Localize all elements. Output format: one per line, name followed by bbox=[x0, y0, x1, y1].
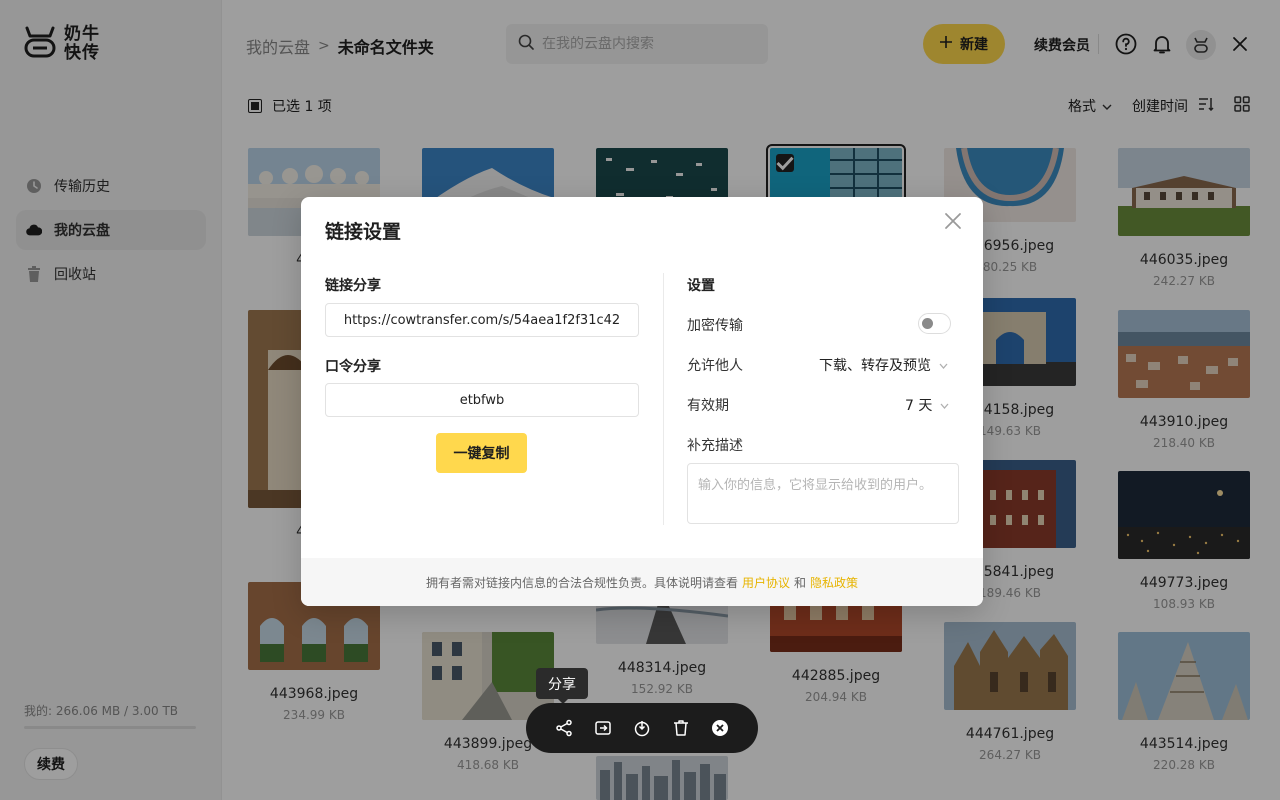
app-root: 奶牛快传 传输历史 我的云盘 回收站 我的: 266.06 MB / 3.00 … bbox=[0, 0, 1280, 800]
selection-action-bar bbox=[526, 703, 758, 753]
share-code-field[interactable]: etbfwb bbox=[325, 383, 639, 417]
description-label: 补充描述 bbox=[687, 438, 743, 454]
share-link-field[interactable]: https://cowtransfer.com/s/54aea1f2f31c42 bbox=[325, 303, 639, 337]
close-selection-icon[interactable] bbox=[708, 716, 732, 740]
move-icon[interactable] bbox=[591, 716, 615, 740]
footer-and: 和 bbox=[794, 575, 807, 590]
validity-dropdown[interactable]: 7 天 bbox=[905, 395, 949, 415]
encrypt-label: 加密传输 bbox=[687, 318, 743, 334]
user-agreement-link[interactable]: 用户协议 bbox=[742, 574, 790, 591]
link-settings-modal: 链接设置 链接分享 https://cowtransfer.com/s/54ae… bbox=[301, 197, 983, 606]
validity-label: 有效期 bbox=[687, 398, 729, 414]
description-textarea[interactable] bbox=[687, 463, 959, 524]
validity-value: 7 天 bbox=[905, 398, 933, 414]
copy-all-button[interactable]: 一键复制 bbox=[436, 433, 527, 473]
encrypt-toggle[interactable] bbox=[918, 313, 951, 334]
modal-title: 链接设置 bbox=[325, 221, 402, 243]
allow-permission-dropdown[interactable]: 下载、转存及预览 bbox=[819, 355, 948, 375]
toggle-knob bbox=[922, 318, 933, 329]
share-icon[interactable] bbox=[552, 716, 576, 740]
delete-icon[interactable] bbox=[669, 716, 693, 740]
link-share-label: 链接分享 bbox=[325, 278, 381, 294]
settings-label: 设置 bbox=[687, 278, 715, 294]
share-tooltip: 分享 bbox=[536, 668, 588, 704]
allow-value: 下载、转存及预览 bbox=[819, 358, 931, 374]
chevron-down-icon bbox=[939, 357, 948, 373]
close-icon[interactable] bbox=[943, 211, 963, 231]
code-share-label: 口令分享 bbox=[325, 359, 381, 375]
allow-label: 允许他人 bbox=[687, 358, 743, 374]
chevron-down-icon bbox=[940, 397, 949, 413]
save-icon[interactable] bbox=[630, 716, 654, 740]
modal-footer: 拥有者需对链接内信息的合法合规性负责。具体说明请查看 用户协议 和 隐私政策 bbox=[301, 558, 983, 606]
footer-disclaimer: 拥有者需对链接内信息的合法合规性负责。具体说明请查看 bbox=[425, 575, 738, 590]
privacy-policy-link[interactable]: 隐私政策 bbox=[810, 574, 858, 591]
modal-divider bbox=[663, 273, 664, 525]
